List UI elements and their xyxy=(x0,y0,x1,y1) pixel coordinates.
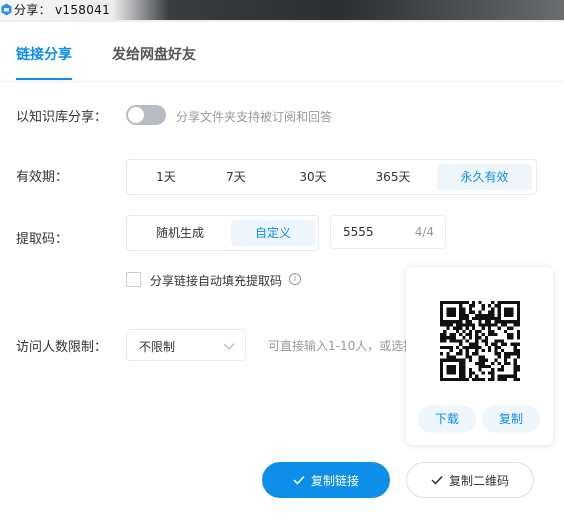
check-icon xyxy=(431,475,443,485)
knowledge-share-label: 以知识库分享： xyxy=(16,110,108,125)
validity-option-permanent[interactable]: 永久有效 xyxy=(437,164,532,190)
chevron-down-icon xyxy=(223,338,235,350)
validity-option-1day[interactable]: 1天 xyxy=(131,164,201,190)
copy-qr-label: 复制二维码 xyxy=(448,473,509,488)
qr-code-card: 下载 复制 xyxy=(406,267,553,445)
copy-link-label: 复制链接 xyxy=(310,473,359,488)
info-icon[interactable]: i xyxy=(289,273,301,285)
qr-code-image xyxy=(440,301,520,381)
visitor-limit-hint: 可直接输入1-10人，或选择 xyxy=(268,339,416,353)
tab-link-share[interactable]: 链接分享 xyxy=(16,44,72,64)
validity-option-30days[interactable]: 30天 xyxy=(275,164,351,190)
extract-code-mode-selector: 随机生成 自定义 xyxy=(126,215,319,251)
validity-selector: 1天 7天 30天 365天 永久有效 xyxy=(126,159,537,195)
copy-link-button[interactable]: 复制链接 xyxy=(262,462,390,498)
share-dialog: 链接分享 发给网盘好友 以知识库分享： 分享文件夹支持被订阅和回答 有效期： 1… xyxy=(0,22,564,525)
tab-divider xyxy=(0,81,564,82)
extract-code-label: 提取码： xyxy=(16,232,69,247)
extract-code-random-option[interactable]: 随机生成 xyxy=(131,220,229,246)
check-icon xyxy=(293,475,305,485)
extract-code-custom-option[interactable]: 自定义 xyxy=(231,220,315,246)
baidu-netdisk-icon xyxy=(1,3,12,16)
validity-option-7days[interactable]: 7天 xyxy=(201,164,271,190)
window-title: 分享： v158041 xyxy=(14,3,111,17)
visitor-limit-value: 不限制 xyxy=(139,340,176,354)
copy-qr-button[interactable]: 复制二维码 xyxy=(406,462,534,498)
autofill-code-checkbox[interactable] xyxy=(126,272,141,287)
validity-option-365days[interactable]: 365天 xyxy=(353,164,433,190)
qr-download-button[interactable]: 下载 xyxy=(418,405,476,433)
extract-code-counter: 4/4 xyxy=(414,225,434,239)
active-tab-indicator xyxy=(16,78,72,80)
extract-code-value: 5555 xyxy=(343,225,374,239)
extract-code-input[interactable]: 5555 4/4 xyxy=(330,215,446,249)
toggle-knob xyxy=(128,107,144,123)
window-titlebar: 分享： v158041 xyxy=(0,0,564,20)
visitor-limit-select[interactable]: 不限制 xyxy=(126,329,246,361)
validity-label: 有效期： xyxy=(16,170,69,185)
tab-send-to-friends[interactable]: 发给网盘好友 xyxy=(112,44,196,64)
visitor-limit-label: 访问人数限制： xyxy=(16,340,108,355)
knowledge-share-hint: 分享文件夹支持被订阅和回答 xyxy=(176,110,333,124)
qr-copy-button[interactable]: 复制 xyxy=(482,405,540,433)
autofill-code-label[interactable]: 分享链接自动填充提取码 xyxy=(150,272,282,289)
knowledge-share-toggle[interactable] xyxy=(126,105,166,125)
